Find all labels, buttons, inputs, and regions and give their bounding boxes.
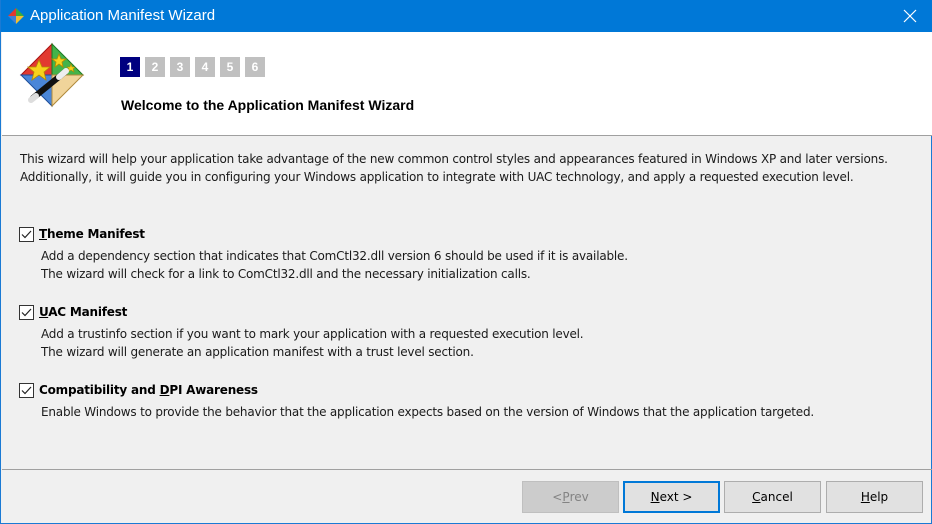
theme-manifest-desc-1: Add a dependency section that indicates … [41,249,628,263]
accelerator-key: H [860,490,870,504]
page-title: Welcome to the Application Manifest Wiza… [121,97,415,113]
close-button[interactable] [887,0,932,32]
title-bar: Application Manifest Wizard [1,0,932,32]
uac-manifest-label[interactable]: UAC Manifest [39,305,127,319]
button-text: elp [869,490,889,504]
checkmark-icon [21,308,32,316]
intro-line-1: This wizard will help your application t… [20,152,888,166]
button-text: rev [569,490,589,504]
help-button[interactable]: Help [826,481,923,513]
cancel-button[interactable]: Cancel [724,481,821,513]
wizard-app-icon [8,8,24,24]
label-text: Compatibility and [39,383,160,397]
footer-divider [2,469,932,470]
option-uac-manifest: UAC Manifest Add a trustinfo section if … [19,303,919,361]
prev-button[interactable]: < Prev [522,481,619,513]
checkmark-icon [21,230,32,238]
option-theme-manifest: Theme Manifest Add a dependency section … [19,225,919,283]
theme-manifest-desc-2: The wizard will check for a link to ComC… [41,267,531,281]
checkmark-icon [21,386,32,394]
accelerator-key: U [39,305,49,319]
wizard-window: Application Manifest Wizard 1 2 3 4 5 6 … [0,0,932,524]
button-text: ancel [760,490,793,504]
wizard-header: 1 2 3 4 5 6 Welcome to the Application M… [2,32,932,136]
close-icon [903,9,917,23]
step-6: 6 [245,57,265,77]
step-5: 5 [220,57,240,77]
window-title: Application Manifest Wizard [30,7,216,24]
uac-manifest-desc-2: The wizard will generate an application … [41,345,474,359]
step-3: 3 [170,57,190,77]
theme-manifest-checkbox[interactable] [19,226,34,242]
step-1: 1 [120,57,140,77]
step-indicator: 1 2 3 4 5 6 [120,57,265,77]
label-text: AC Manifest [48,305,128,319]
label-text: PI Awareness [169,383,258,397]
step-2: 2 [145,57,165,77]
accelerator-key: D [159,383,170,397]
label-text: heme Manifest [47,227,145,241]
accelerator-key: P [562,490,570,504]
compatibility-dpi-checkbox[interactable] [19,382,34,398]
next-button[interactable]: Next > [623,481,720,513]
accelerator-key: T [39,227,47,241]
button-text: < [552,490,563,504]
uac-manifest-desc-1: Add a trustinfo section if you want to m… [41,327,584,341]
compatibility-dpi-label[interactable]: Compatibility and DPI Awareness [39,383,258,397]
magic-wand-wizard-icon [19,42,85,108]
button-text: ext > [659,490,693,504]
uac-manifest-checkbox[interactable] [19,304,34,320]
intro-line-2: Additionally, it will guide you in confi… [20,170,854,184]
compatibility-dpi-desc-1: Enable Windows to provide the behavior t… [41,405,814,419]
accelerator-key: C [752,490,761,504]
theme-manifest-label[interactable]: Theme Manifest [39,227,145,241]
step-4: 4 [195,57,215,77]
intro-text: This wizard will help your application t… [20,150,920,186]
accelerator-key: N [650,490,660,504]
option-compatibility-dpi: Compatibility and DPI Awareness Enable W… [19,381,919,421]
